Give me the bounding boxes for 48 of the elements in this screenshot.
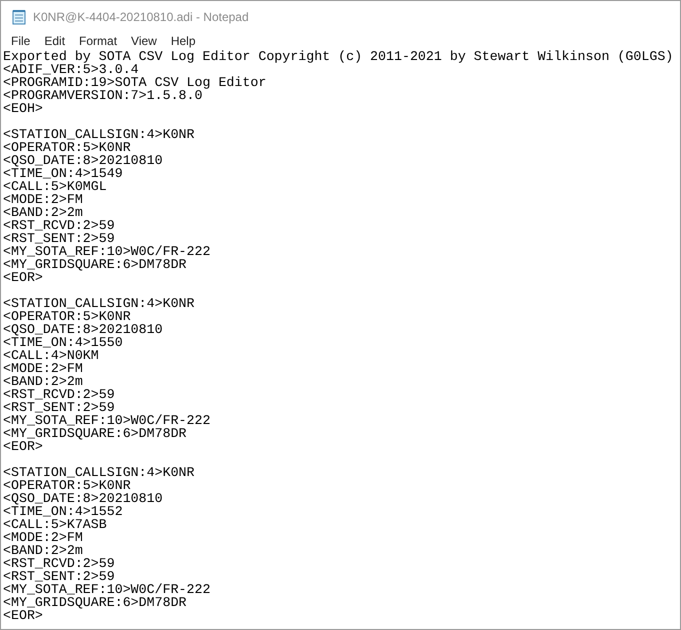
text-line: <STATION_CALLSIGN:4>K0NR — [3, 127, 195, 142]
text-line: <BAND:2>2m — [3, 374, 83, 389]
text-line: <STATION_CALLSIGN:4>K0NR — [3, 465, 195, 480]
text-line: <TIME_ON:4>1552 — [3, 504, 123, 519]
text-line: <QSO_DATE:8>20210810 — [3, 153, 163, 168]
text-line: <MY_SOTA_REF:10>W0C/FR-222 — [3, 244, 210, 259]
text-line: <BAND:2>2m — [3, 543, 83, 558]
menu-item[interactable]: View — [124, 32, 164, 50]
text-line: <MY_SOTA_REF:10>W0C/FR-222 — [3, 582, 210, 597]
text-line: <EOH> — [3, 101, 43, 116]
text-line: <TIME_ON:4>1550 — [3, 335, 123, 350]
text-line: <OPERATOR:5>K0NR — [3, 309, 131, 324]
text-line: <BAND:2>2m — [3, 205, 83, 220]
text-line: <OPERATOR:5>K0NR — [3, 478, 131, 493]
text-line: <TIME_ON:4>1549 — [3, 166, 123, 181]
notepad-icon — [11, 8, 27, 24]
menu-item[interactable]: File — [4, 32, 38, 50]
text-line: <EOR> — [3, 270, 43, 285]
menu-item[interactable]: Format — [72, 32, 124, 50]
text-line: <OPERATOR:5>K0NR — [3, 140, 131, 155]
text-line: <QSO_DATE:8>20210810 — [3, 491, 163, 506]
text-line: <RST_SENT:2>59 — [3, 569, 115, 584]
text-line: <MODE:2>FM — [3, 530, 83, 545]
text-line: <ADIF_VER:5>3.0.4 — [3, 62, 139, 77]
text-line: <MODE:2>FM — [3, 192, 83, 207]
text-line: <MY_GRIDSQUARE:6>DM78DR — [3, 595, 187, 610]
text-line: <EOR> — [3, 439, 43, 454]
text-line: <QSO_DATE:8>20210810 — [3, 322, 163, 337]
text-line: <MODE:2>FM — [3, 361, 83, 376]
text-line: <CALL:4>N0KM — [3, 348, 99, 363]
text-line: Exported by SOTA CSV Log Editor Copyright (c) 2011-2021 by Stewart Wilkinson (G0LGS) — [3, 49, 674, 64]
text-line: <RST_SENT:2>59 — [3, 231, 115, 246]
text-line: <MY_SOTA_REF:10>W0C/FR-222 — [3, 413, 210, 428]
text-line: <CALL:5>K7ASB — [3, 517, 107, 532]
window-title: K0NR@K-4404-20210810.adi - Notepad — [33, 8, 249, 26]
text-line: <STATION_CALLSIGN:4>K0NR — [3, 296, 195, 311]
text-line: <MY_GRIDSQUARE:6>DM78DR — [3, 257, 187, 272]
text-line: <RST_RCVD:2>59 — [3, 218, 115, 233]
menu-item[interactable]: Edit — [37, 32, 72, 50]
text-line: <RST_RCVD:2>59 — [3, 387, 115, 402]
text-line: <EOR> — [3, 608, 43, 623]
menu-item[interactable]: Help — [164, 32, 203, 50]
text-line: <MY_GRIDSQUARE:6>DM78DR — [3, 426, 187, 441]
text-line: <PROGRAMID:19>SOTA CSV Log Editor — [3, 75, 266, 90]
text-line: <CALL:5>K0MGL — [3, 179, 107, 194]
text-line: <PROGRAMVERSION:7>1.5.8.0 — [3, 88, 202, 103]
text-line: <RST_RCVD:2>59 — [3, 556, 115, 571]
text-line: <RST_SENT:2>59 — [3, 400, 115, 415]
